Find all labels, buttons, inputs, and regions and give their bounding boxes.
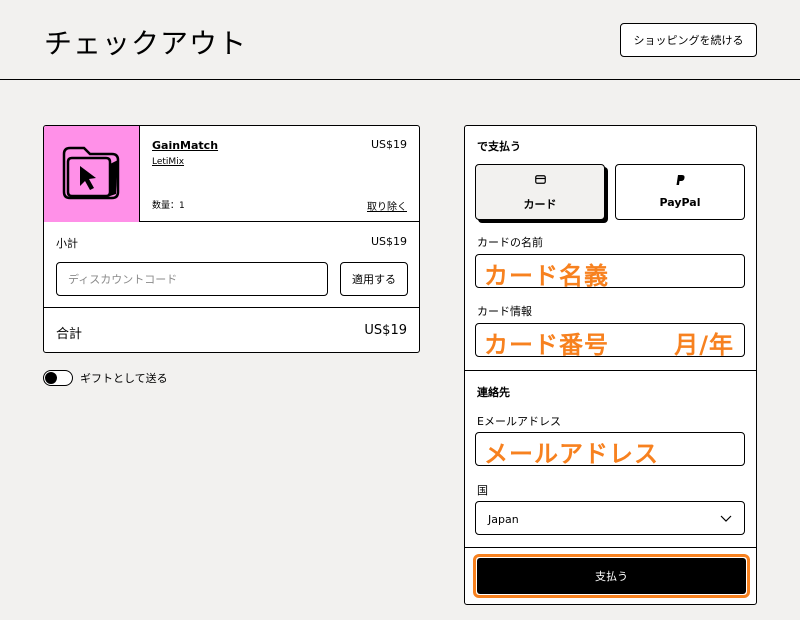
card-name-value: カード名義 <box>484 262 609 290</box>
card-name-input[interactable]: カード名義 <box>475 254 745 290</box>
country-label: 国 <box>477 484 488 497</box>
country-value: Japan <box>488 513 519 526</box>
item-price: US$19 <box>370 138 407 151</box>
card-expiry-value: 月/年 <box>674 331 734 359</box>
apply-discount-button[interactable]: 適用する <box>340 262 408 296</box>
gift-label: ギフトとして送る <box>80 372 168 385</box>
subtotal-value: US$19 <box>370 235 407 248</box>
quantity-label: 数量： <box>152 201 180 211</box>
subtotal-label: 小計 <box>56 237 78 250</box>
paypal-method-label: PayPal <box>659 196 701 209</box>
gift-toggle-row: ギフトとして送る <box>43 370 168 386</box>
continue-shopping-button[interactable]: ショッピングを続ける <box>620 23 757 57</box>
pay-divider <box>465 547 756 548</box>
country-select[interactable]: Japan <box>475 501 745 535</box>
payment-panel: で支払う カード PayPal カードの名前 カード名義 カード情報 カード番号… <box>464 125 757 605</box>
contact-title: 連絡先 <box>477 386 510 399</box>
email-input[interactable]: メールアドレス <box>475 432 745 468</box>
item-quantity: 数量：1 <box>152 198 185 211</box>
page-header: チェックアウト ショッピングを続ける <box>0 0 800 80</box>
toggle-knob <box>45 372 57 384</box>
remove-item-link[interactable]: 取り除く <box>367 198 407 213</box>
pay-button[interactable]: 支払う <box>477 558 746 594</box>
cart-item: GainMatch LetiMix US$19 数量：1 取り除く <box>44 126 419 222</box>
discount-code-input[interactable] <box>56 262 328 296</box>
chevron-down-icon <box>720 515 732 522</box>
paypal-icon <box>616 175 744 188</box>
cart-panel: GainMatch LetiMix US$19 数量：1 取り除く 小計 US$… <box>43 125 420 353</box>
cart-divider <box>44 307 419 308</box>
email-value: メールアドレス <box>484 440 659 468</box>
email-label: Eメールアドレス <box>477 415 561 428</box>
card-name-label: カードの名前 <box>477 236 543 249</box>
card-info-input[interactable]: カード番号 月/年 <box>475 323 745 359</box>
folder-cursor-icon <box>62 146 120 200</box>
pay-button-highlight: 支払う <box>473 554 750 598</box>
contact-divider <box>465 370 756 371</box>
gift-toggle[interactable] <box>43 370 73 386</box>
card-method-label: カード <box>523 198 557 211</box>
seller-link[interactable]: LetiMix <box>152 157 184 167</box>
product-name-link[interactable]: GainMatch <box>152 139 218 152</box>
paypal-method-button[interactable]: PayPal <box>615 164 745 220</box>
total-value: US$19 <box>364 323 407 338</box>
page-title: チェックアウト <box>44 27 248 60</box>
card-icon <box>476 175 604 187</box>
card-info-label: カード情報 <box>477 305 532 318</box>
payment-title: で支払う <box>477 140 521 153</box>
product-thumbnail[interactable] <box>44 126 140 222</box>
card-method-button[interactable]: カード <box>475 164 605 220</box>
card-number-value: カード番号 <box>484 331 609 359</box>
quantity-value: 1 <box>179 201 185 211</box>
total-label: 合計 <box>56 327 83 342</box>
